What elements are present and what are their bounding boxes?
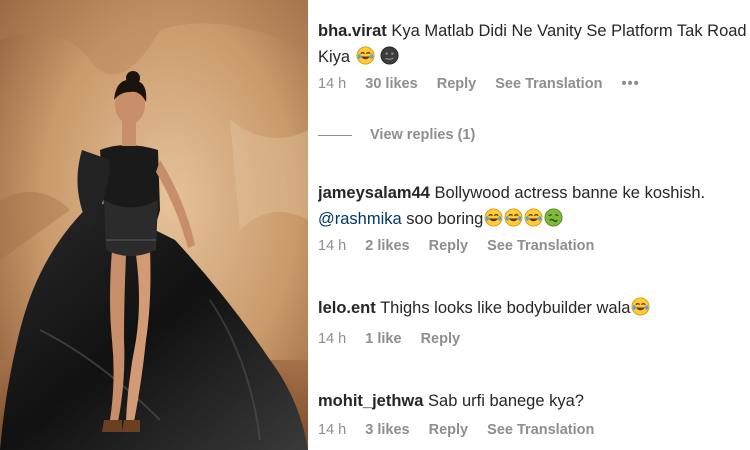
comment-item: bha.virat Kya Matlab Didi Ne Vanity Se P… — [318, 18, 750, 92]
see-translation-button[interactable]: See Translation — [487, 422, 594, 438]
comments-panel: bha.virat Kya Matlab Didi Ne Vanity Se P… — [318, 0, 750, 450]
comment-username[interactable]: jameysalam44 — [318, 184, 430, 202]
view-replies-button[interactable]: View replies (1) — [318, 127, 475, 143]
comment-item: jameysalam44 Bollywood actress banne ke … — [318, 180, 750, 254]
comment-meta: 14 h 30 likes Reply See Translation ••• — [318, 76, 750, 92]
comment-likes[interactable]: 2 likes — [365, 238, 409, 254]
comment-text-line2: Kiya — [318, 44, 750, 70]
reply-button[interactable]: Reply — [437, 76, 477, 92]
comment-username[interactable]: bha.virat — [318, 22, 387, 40]
comment-text-line2: @rashmika soo boring — [318, 206, 750, 232]
comment-text: jameysalam44 Bollywood actress banne ke … — [318, 180, 750, 206]
reply-button[interactable]: Reply — [421, 331, 461, 347]
reply-button[interactable]: Reply — [429, 238, 469, 254]
photo-illustration — [0, 0, 308, 450]
comment-likes[interactable]: 3 likes — [365, 422, 409, 438]
comment-body-line1: Thighs looks like bodybuilder wala — [380, 299, 631, 317]
comment-text: bha.virat Kya Matlab Didi Ne Vanity Se P… — [318, 18, 750, 44]
comment-likes[interactable]: 30 likes — [365, 76, 417, 92]
comment-body-line1: Sab urfi banege kya? — [428, 392, 584, 410]
comment-time: 14 h — [318, 331, 347, 347]
comment-item: mohit_jethwa Sab urfi banege kya? 14 h 3… — [318, 388, 750, 438]
comment-meta: 14 h 1 like Reply — [318, 331, 750, 347]
comment-body-line2: Kiya — [318, 48, 351, 66]
laughing-tears-emoji — [484, 208, 503, 227]
comment-time: 14 h — [318, 422, 347, 438]
comment-meta: 14 h 3 likes Reply See Translation — [318, 422, 750, 438]
see-translation-button[interactable]: See Translation — [495, 76, 602, 92]
view-replies-label: View replies (1) — [370, 127, 476, 143]
comment-time: 14 h — [318, 76, 347, 92]
laughing-tears-emoji — [504, 208, 523, 227]
comment-body-line1: Kya Matlab Didi Ne Vanity Se Platform Ta… — [391, 22, 747, 40]
replies-divider — [318, 134, 352, 136]
more-options-icon[interactable]: ••• — [621, 76, 639, 92]
comment-username[interactable]: mohit_jethwa — [318, 392, 423, 410]
mention-link[interactable]: @rashmika — [318, 210, 402, 228]
dark-face-emoji — [380, 46, 399, 65]
actress-photo — [0, 0, 308, 450]
nauseated-face-emoji — [544, 208, 563, 227]
reply-button[interactable]: Reply — [429, 422, 469, 438]
comment-text: mohit_jethwa Sab urfi banege kya? — [318, 388, 750, 414]
comment-likes[interactable]: 1 like — [365, 331, 401, 347]
comment-meta: 14 h 2 likes Reply See Translation — [318, 238, 750, 254]
comment-text: lelo.ent Thighs looks like bodybuilder w… — [318, 295, 750, 321]
comment-body-line2: soo boring — [406, 210, 484, 228]
see-translation-button[interactable]: See Translation — [487, 238, 594, 254]
laughing-tears-emoji — [631, 297, 650, 316]
laughing-tears-emoji — [524, 208, 543, 227]
comment-username[interactable]: lelo.ent — [318, 299, 376, 317]
comment-body-line1: Bollywood actress banne ke koshish. — [434, 184, 706, 202]
laughing-tears-emoji — [356, 46, 375, 65]
comment-time: 14 h — [318, 238, 347, 254]
comment-item: lelo.ent Thighs looks like bodybuilder w… — [318, 295, 750, 347]
